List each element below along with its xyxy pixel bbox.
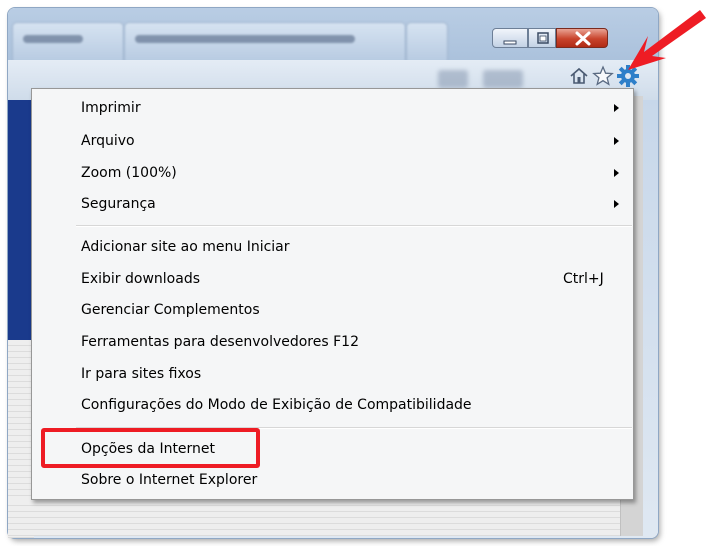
menu-item-gerenciar-complementos[interactable]: Gerenciar Complementos: [81, 301, 260, 319]
address-blur: [438, 70, 468, 88]
menu-item-sobre-ie[interactable]: Sobre o Internet Explorer: [81, 471, 257, 489]
new-tab-button[interactable]: [406, 22, 448, 61]
annotation-arrow-icon: [628, 10, 706, 70]
menu-item-compatibilidade[interactable]: Configurações do Modo de Exibição de Com…: [81, 396, 472, 414]
submenu-arrow-icon: [614, 169, 619, 177]
menu-separator: [76, 225, 632, 227]
menu-item-arquivo[interactable]: Arquivo: [81, 132, 135, 150]
menu-item-exibir-downloads[interactable]: Exibir downloads: [81, 270, 200, 288]
close-icon: [575, 31, 591, 46]
shortcut-label: Ctrl+J: [563, 271, 604, 287]
address-blur-2: [483, 70, 523, 88]
highlight-box: [41, 428, 260, 468]
tab-blurred-1[interactable]: [12, 22, 124, 61]
minimize-icon: [503, 40, 517, 45]
maximize-icon: [537, 32, 549, 44]
close-button[interactable]: [556, 28, 608, 48]
menu-item-zoom[interactable]: Zoom (100%): [81, 164, 177, 182]
menu-item-imprimir[interactable]: Imprimir: [81, 99, 141, 117]
menu-item-adicionar-site[interactable]: Adicionar site ao menu Iniciar: [81, 238, 290, 256]
tab-blurred-2[interactable]: [124, 22, 406, 61]
submenu-arrow-icon: [614, 104, 619, 112]
submenu-arrow-icon: [614, 200, 619, 208]
maximize-button[interactable]: [528, 28, 556, 48]
menu-item-ferramentas-desenvolvedores[interactable]: Ferramentas para desenvolvedores F12: [81, 333, 359, 351]
menu-item-seguranca[interactable]: Segurança: [81, 195, 156, 213]
minimize-button[interactable]: [492, 28, 528, 48]
submenu-arrow-icon: [614, 137, 619, 145]
menu-item-sites-fixos[interactable]: Ir para sites fixos: [81, 365, 201, 383]
home-icon[interactable]: [569, 66, 589, 86]
page-content-bottom: [8, 500, 620, 536]
